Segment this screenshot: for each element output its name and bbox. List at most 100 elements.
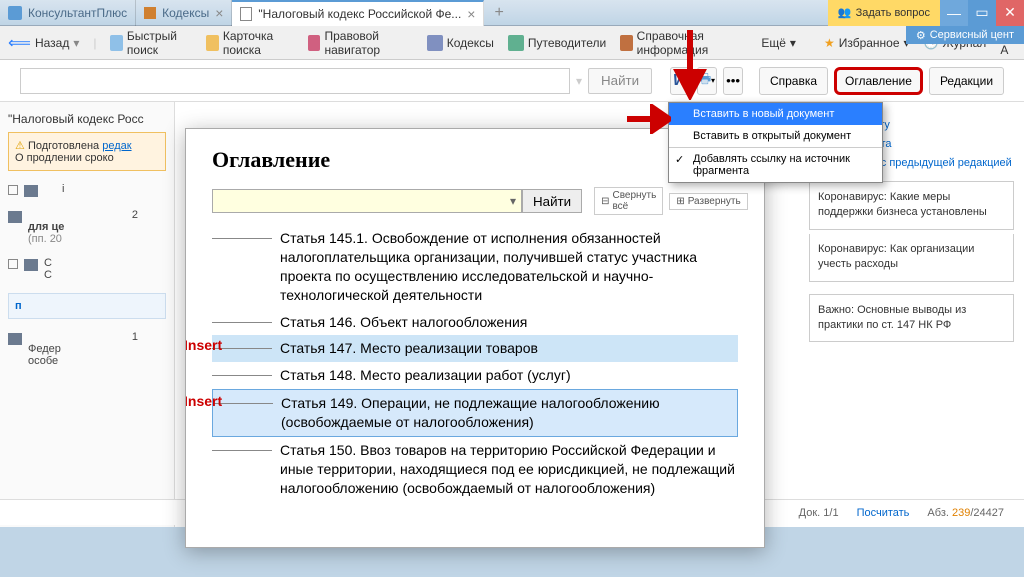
document-search-input[interactable] [20, 68, 570, 94]
annotation-insert: Insert [185, 393, 222, 409]
text: Федер [28, 343, 61, 355]
tab-bar: КонсультантПлюс Кодексы × "Налоговый код… [0, 0, 1024, 26]
back-button[interactable]: ⟸ Назад ▾ [8, 33, 79, 53]
books-icon [427, 35, 443, 51]
dropdown-item-new-doc[interactable]: Вставить в новый документ [669, 103, 882, 125]
square-icon [8, 259, 18, 269]
dropdown-item-open-doc[interactable]: Вставить в открытый документ [669, 125, 882, 147]
info-box[interactable]: Коронавирус: Какие меры поддержки бизнес… [809, 181, 1014, 230]
text: 2 [28, 209, 138, 221]
expand-all-button[interactable]: ⊞ Развернуть [669, 193, 747, 210]
gear-icon: ⚙ [916, 29, 926, 42]
star-icon: ★ [824, 36, 835, 50]
toc-button[interactable]: Оглавление [834, 67, 923, 95]
tab-codex[interactable]: Кодексы × [136, 0, 232, 26]
new-tab-button[interactable]: + [484, 4, 513, 22]
info-box-important[interactable]: Важно: Основные выводы из практики по ст… [809, 294, 1014, 343]
toc-item-text: Статья 146. Объект налогообложения [280, 313, 738, 332]
current: 239 [952, 507, 970, 519]
label: Путеводители [528, 36, 606, 50]
quick-search-button[interactable]: Быстрый поиск [110, 29, 192, 57]
text: для це [28, 221, 64, 233]
search-card-button[interactable]: Карточка поиска [206, 29, 294, 57]
service-center-button[interactable]: ⚙ Сервисный цент [906, 26, 1024, 44]
maximize-button[interactable]: ▭ [968, 0, 996, 26]
magnifier-icon [110, 35, 122, 51]
more-actions-button[interactable]: ••• [723, 67, 743, 95]
toc-item-text: Статья 148. Место реализации работ (услу… [280, 366, 738, 385]
text: Подготовлена [28, 140, 102, 152]
ask-question-button[interactable]: 👥 Задать вопрос [828, 0, 940, 26]
dots-icon: ••• [726, 73, 740, 88]
left-panel: "Налоговый кодекс Росс ⚠ Подготовлена ре… [0, 102, 175, 549]
codex-button[interactable]: Кодексы [427, 35, 494, 51]
toc-search-input[interactable] [212, 189, 522, 213]
book-icon [144, 7, 156, 19]
text: (пп. 20 [28, 233, 62, 245]
ref-icon [620, 35, 632, 51]
tab-home[interactable]: КонсультантПлюс [0, 0, 136, 26]
close-icon[interactable]: × [215, 5, 223, 21]
people-icon: 👥 [838, 6, 852, 19]
paragraph-counter: Абз. 239/24427 [927, 507, 1004, 519]
list-item-selected[interactable]: п [8, 293, 166, 319]
total: /24427 [970, 507, 1004, 519]
toc-find-button[interactable]: Найти [522, 189, 582, 213]
label: Ещё [761, 36, 786, 50]
square-icon [8, 185, 18, 195]
find-button[interactable]: Найти [588, 68, 652, 94]
dropdown-item-add-link[interactable]: Добавлять ссылку на источник фрагмента [669, 148, 882, 182]
list-item[interactable]: 2 для це (пп. 20 [8, 209, 166, 245]
tab-label: Кодексы [162, 6, 209, 20]
list-item[interactable]: i [8, 183, 166, 197]
chevron-down-icon: ▾ [711, 76, 715, 85]
toc-item-selected[interactable]: Статья 149. Операции, не подлежащие нало… [212, 389, 738, 437]
tab-label: КонсультантПлюс [28, 6, 127, 20]
toc-item[interactable]: Статья 146. Объект налогообложения [212, 309, 738, 336]
close-window-button[interactable]: ✕ [996, 0, 1024, 26]
list-item[interactable]: 1 Федер особе [8, 331, 166, 367]
back-label: Назад [35, 36, 69, 50]
plus-icon: ⊞ [676, 196, 684, 207]
close-icon[interactable]: × [467, 6, 475, 22]
back-arrow-icon: ⟸ [8, 33, 31, 53]
toc-item-highlighted[interactable]: Статья 147. Место реализации товаров [212, 335, 738, 362]
more-button[interactable]: Ещё ▾ [761, 36, 796, 50]
document-toolbar: ▾ Найти W 🖶▾ ••• Справка Оглавление Реда… [0, 60, 1024, 102]
warning-banner: ⚠ Подготовлена редак О продлении сроко [8, 132, 166, 171]
toc-item-text: Статья 150. Ввоз товаров на территорию Р… [280, 441, 738, 498]
favorites-button[interactable]: ★Избранное ▾ [824, 36, 910, 50]
minimize-button[interactable]: — [940, 0, 968, 26]
doc-icon [240, 7, 252, 21]
label: Развернуть [688, 196, 741, 207]
label: Абз. [927, 507, 952, 519]
toc-heading: Оглавление [212, 147, 738, 173]
label: Кодексы [447, 36, 494, 50]
chevron-down-icon: ▾ [73, 36, 79, 50]
collapse-all-button[interactable]: ⊟Свернуть всё [594, 187, 663, 215]
toc-item[interactable]: Статья 150. Ввоз товаров на территорию Р… [212, 437, 738, 502]
logo-icon [8, 6, 22, 20]
label: Быстрый поиск [127, 29, 193, 57]
label: Избранное [839, 36, 900, 50]
tab-document[interactable]: "Налоговый кодекс Российской Фе... × [232, 0, 484, 26]
list-item[interactable]: СС [8, 257, 166, 281]
minus-icon: ⊟ [601, 196, 609, 207]
warning-icon: ⚠ [15, 140, 25, 152]
help-button[interactable]: Справка [759, 67, 828, 95]
service-label: Сервисный цент [930, 29, 1014, 41]
warning-link[interactable]: редак [102, 140, 131, 152]
guides-button[interactable]: Путеводители [508, 35, 606, 51]
text: С [44, 269, 52, 281]
main-toolbar: ⟸Назад ▾ | Быстрый поиск Карточка поиска… [0, 26, 1024, 60]
toc-item[interactable]: Статья 145.1. Освобождение от исполнения… [212, 225, 738, 309]
calculate-link[interactable]: Посчитать [857, 507, 910, 519]
editions-button[interactable]: Редакции [929, 67, 1004, 95]
legal-navigator-button[interactable]: Правовой навигатор [308, 29, 413, 57]
toc-item[interactable]: Статья 148. Место реализации работ (услу… [212, 362, 738, 389]
chevron-down-icon[interactable]: ▾ [510, 194, 516, 208]
toc-list: Статья 145.1. Освобождение от исполнения… [212, 225, 738, 502]
label: Правовой навигатор [324, 29, 412, 57]
info-box[interactable]: Коронавирус: Как организации учесть расх… [809, 234, 1014, 282]
toc-item-text: Статья 147. Место реализации товаров [280, 339, 738, 358]
